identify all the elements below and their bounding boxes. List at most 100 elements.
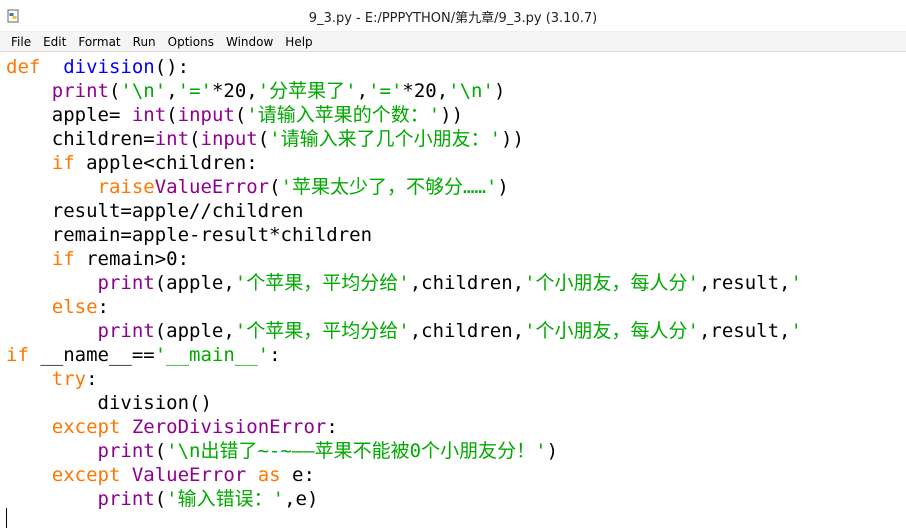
code-line[interactable]: children=int(input('请输入来了几个小朋友：')) bbox=[6, 127, 524, 151]
code-token: ( bbox=[154, 488, 167, 510]
code-line[interactable]: print('输入错误：',e) bbox=[6, 487, 319, 511]
code-token: def bbox=[6, 56, 41, 78]
code-token: ( bbox=[108, 80, 121, 102]
code-token: ) bbox=[497, 176, 509, 198]
code-line[interactable]: if apple<children: bbox=[6, 151, 258, 175]
menu-run[interactable]: Run bbox=[127, 32, 162, 52]
code-token: *20, bbox=[211, 80, 258, 102]
code-token: *20, bbox=[402, 80, 449, 102]
code-line[interactable]: try: bbox=[6, 367, 98, 391]
code-line[interactable]: else: bbox=[6, 295, 109, 319]
code-token: remain=apple-result*children bbox=[6, 224, 373, 246]
code-line[interactable]: raiseValueError('苹果太少了，不够分……') bbox=[6, 175, 509, 199]
code-token: apple= bbox=[6, 104, 132, 126]
menu-window[interactable]: Window bbox=[220, 32, 279, 52]
code-line[interactable]: print(apple,'个苹果，平均分给',children,'个小朋友，每人… bbox=[6, 271, 802, 295]
menu-options[interactable]: Options bbox=[162, 32, 220, 52]
code-token: except bbox=[51, 416, 121, 438]
code-line[interactable]: except ZeroDivisionError: bbox=[6, 415, 338, 439]
code-token: '\n出错了~-~——苹果不能被0个小朋友分！' bbox=[166, 440, 547, 462]
code-token: : bbox=[269, 344, 281, 366]
code-token: '__main__' bbox=[154, 344, 270, 366]
code-token: ( bbox=[257, 128, 270, 150]
menu-file[interactable]: File bbox=[5, 32, 37, 52]
text-cursor bbox=[6, 508, 7, 528]
code-token: children= bbox=[6, 128, 155, 150]
code-token: division bbox=[63, 56, 155, 78]
menu-format[interactable]: Format bbox=[72, 32, 126, 52]
code-token: '\n' bbox=[120, 80, 167, 102]
code-token: input bbox=[177, 104, 235, 126]
code-token: '=' bbox=[368, 80, 403, 102]
code-token: '个小朋友，每人分' bbox=[524, 320, 699, 342]
code-line[interactable]: apple= int(input('请输入苹果的个数：')) bbox=[6, 103, 463, 127]
title-bar: 9_3.py - E:/PPPYTHON/第九章/9_3.py (3.10.7) bbox=[0, 0, 906, 32]
code-token: '分苹果了' bbox=[257, 80, 357, 102]
code-line[interactable]: remain=apple-result*children bbox=[6, 223, 372, 247]
code-line[interactable]: if __name__=='__main__': bbox=[6, 343, 281, 367]
code-token: ValueError bbox=[131, 464, 247, 486]
menu-edit[interactable]: Edit bbox=[37, 32, 72, 52]
code-token: if bbox=[51, 248, 75, 270]
code-line[interactable]: result=apple//children bbox=[6, 199, 304, 223]
code-token: ,children, bbox=[409, 272, 525, 294]
code-token: ' bbox=[790, 320, 802, 342]
code-token: as bbox=[257, 464, 281, 486]
menu-help[interactable]: Help bbox=[279, 32, 318, 52]
code-line[interactable]: print('\n','='*20,'分苹果了','='*20,'\n') bbox=[6, 79, 506, 103]
code-token: if bbox=[6, 344, 29, 366]
code-token: print bbox=[97, 488, 155, 510]
code-token: raise bbox=[97, 176, 155, 198]
code-token: : bbox=[97, 296, 109, 318]
code-editor[interactable]: def division(): print('\n','='*20,'分苹果了'… bbox=[0, 52, 906, 532]
code-token: '个苹果，平均分给' bbox=[234, 272, 410, 294]
code-token: print bbox=[97, 320, 155, 342]
code-token: ) bbox=[546, 440, 559, 462]
code-token: ( bbox=[269, 176, 281, 198]
code-token: ) bbox=[493, 80, 506, 102]
code-line[interactable]: division() bbox=[6, 391, 212, 415]
code-token: print bbox=[97, 272, 155, 294]
code-token: division() bbox=[6, 392, 212, 414]
code-token: ( bbox=[189, 128, 201, 150]
menu-bar: File Edit Format Run Options Window Help bbox=[0, 32, 906, 52]
code-token: print bbox=[51, 80, 109, 102]
code-token: '请输入来了几个小朋友：' bbox=[269, 128, 502, 150]
code-token: ( bbox=[154, 440, 167, 462]
code-token: '=' bbox=[177, 80, 212, 102]
code-token: ,e) bbox=[284, 488, 319, 510]
code-token: , bbox=[166, 80, 178, 102]
code-line[interactable]: except ValueError as e: bbox=[6, 463, 315, 487]
code-token: '个苹果，平均分给' bbox=[234, 320, 410, 342]
window-title: 9_3.py - E:/PPPYTHON/第九章/9_3.py (3.10.7) bbox=[308, 11, 598, 26]
code-token: )) bbox=[501, 128, 524, 150]
code-line[interactable]: print(apple,'个苹果，平均分给',children,'个小朋友，每人… bbox=[6, 319, 802, 343]
code-token: ,result, bbox=[698, 320, 791, 342]
code-line[interactable]: def division(): bbox=[6, 55, 189, 79]
code-token: ' bbox=[790, 272, 802, 294]
code-token: '请输入苹果的个数：' bbox=[246, 104, 441, 126]
code-line[interactable]: print('\n出错了~-~——苹果不能被0个小朋友分！') bbox=[6, 439, 559, 463]
code-token: else bbox=[51, 296, 98, 318]
code-token: , bbox=[356, 80, 369, 102]
code-token: input bbox=[200, 128, 258, 150]
code-token: ,children, bbox=[409, 320, 525, 342]
code-token: : bbox=[86, 368, 98, 390]
code-token: ( bbox=[234, 104, 247, 126]
code-line[interactable]: if remain>0: bbox=[6, 247, 189, 271]
code-token: : bbox=[326, 416, 338, 438]
